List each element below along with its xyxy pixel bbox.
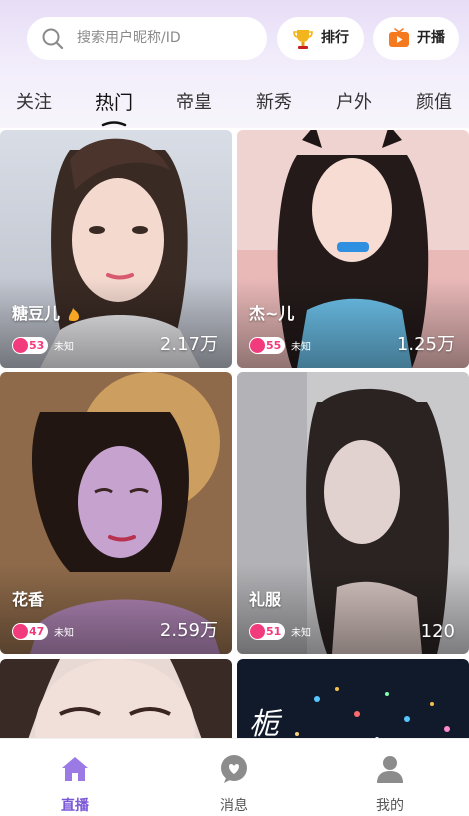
viewer-count: 120	[420, 621, 455, 642]
search-icon	[42, 28, 64, 50]
live-room-card[interactable]	[0, 659, 232, 738]
viewer-count: 1.25万	[396, 334, 455, 355]
message-heart-icon	[221, 755, 247, 783]
location-text: 未知	[291, 628, 311, 639]
live-tv-icon	[389, 28, 409, 47]
tab-hot[interactable]: 热门	[84, 89, 144, 117]
viewer-count: 2.59万	[159, 620, 218, 641]
rank-button[interactable]: 排行	[277, 17, 364, 60]
level-badge: 55	[249, 337, 285, 354]
nav-messages[interactable]: 消息	[184, 739, 284, 816]
trophy-icon	[293, 30, 313, 49]
streamer-name: 糖豆儿	[12, 304, 61, 323]
live-room-card[interactable]: 杰~儿 55 未知 1.25万	[237, 130, 469, 368]
location-text: 未知	[291, 342, 311, 353]
level-badge: 53	[12, 337, 48, 354]
tab-follow[interactable]: 关注	[4, 89, 64, 117]
level-number: 55	[266, 339, 282, 352]
diamond-icon	[13, 338, 28, 353]
category-tabs: 关注 热门 帝皇 新秀 户外 颜值	[0, 82, 469, 128]
level-badge: 51	[249, 623, 285, 640]
start-live-button[interactable]: 开播	[373, 17, 459, 60]
live-label: 开播	[417, 30, 445, 46]
level-number: 47	[29, 625, 45, 638]
bottom-navigation: 直播 消息 我的	[0, 738, 469, 816]
live-room-card[interactable]: 礼服 51 未知 120	[237, 372, 469, 654]
streamer-thumbnail	[0, 659, 232, 738]
live-room-grid: 糖豆儿 53 未知 2.17万 杰~儿 55 未知 1.25万 花香 47 未知…	[0, 128, 469, 738]
tab-newcomer[interactable]: 新秀	[244, 89, 304, 117]
level-number: 53	[29, 339, 45, 352]
location-text: 未知	[54, 628, 74, 639]
nav-profile-label: 我的	[376, 798, 404, 814]
diamond-icon	[250, 338, 265, 353]
level-number: 51	[266, 625, 282, 638]
streamer-name: 礼服	[249, 590, 282, 609]
rank-label: 排行	[321, 30, 349, 46]
diamond-icon	[250, 624, 265, 639]
streamer-name: 花香	[12, 590, 45, 609]
nav-live[interactable]: 直播	[25, 739, 125, 816]
home-icon	[62, 757, 88, 781]
nav-messages-label: 消息	[220, 798, 248, 814]
live-room-card[interactable]: 花香 47 未知 2.59万	[0, 372, 232, 654]
tab-outdoor[interactable]: 户外	[324, 89, 384, 117]
streamer-name: 杰~儿	[249, 304, 295, 323]
nav-profile[interactable]: 我的	[340, 739, 440, 816]
user-icon	[377, 756, 403, 783]
partial-card-title: 栀	[249, 707, 279, 738]
live-room-card[interactable]: 栀	[237, 659, 469, 738]
diamond-icon	[13, 624, 28, 639]
active-tab-indicator	[101, 121, 127, 127]
search-bar[interactable]: 搜索用户昵称/ID	[27, 17, 267, 60]
live-room-card[interactable]: 糖豆儿 53 未知 2.17万	[0, 130, 232, 368]
viewer-count: 2.17万	[159, 334, 218, 355]
tab-looks[interactable]: 颜值	[404, 89, 464, 117]
tab-emperor[interactable]: 帝皇	[164, 89, 224, 117]
search-placeholder: 搜索用户昵称/ID	[77, 30, 181, 46]
level-badge: 47	[12, 623, 48, 640]
hot-flame-icon	[68, 308, 79, 321]
location-text: 未知	[54, 342, 74, 353]
nav-live-label: 直播	[61, 798, 89, 814]
